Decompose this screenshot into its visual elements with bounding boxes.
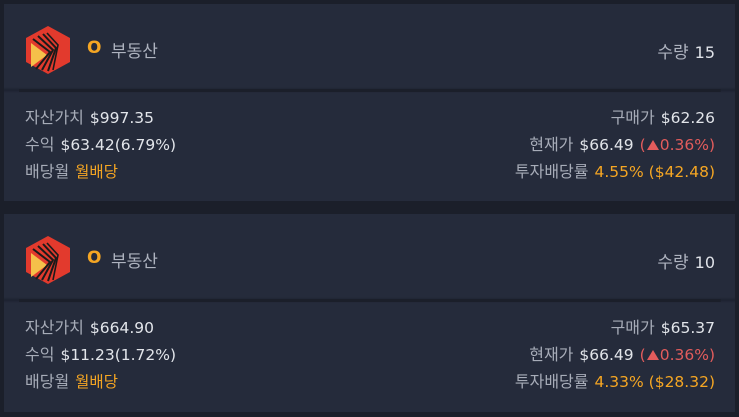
up-triangle-icon (646, 350, 659, 360)
buy-price-label: 구매가 (610, 318, 655, 337)
profit-value: $11.23(1.72%) (60, 346, 177, 364)
buy-price: $62.26 (660, 109, 715, 127)
detail-row: 수익 $11.23(1.72%) 현재가 $66.49 (0.36%) (4, 341, 735, 368)
dividend-yield-label: 투자배당률 (514, 162, 589, 181)
quantity-label: 수량 (657, 253, 689, 273)
detail-row: 수익 $63.42(6.79%) 현재가 $66.49 (0.36%) (4, 131, 735, 158)
up-triangle-icon (646, 140, 659, 150)
dividend-month: 월배당 (75, 163, 118, 181)
price-change: 0.36%) (659, 136, 715, 154)
price-change-open: ( (639, 346, 646, 364)
asset-value-label: 자산가치 (25, 108, 84, 127)
asset-value: $997.35 (89, 109, 154, 127)
holdings-list: O 부동산 수량 15 자산가치 $997.35 구매가 $62.26 수익 $63.4… (0, 0, 739, 417)
asset-value-label: 자산가치 (25, 318, 84, 337)
sector-label: 부동산 (111, 252, 158, 272)
current-price: $66.49 (579, 136, 634, 154)
divider (4, 297, 735, 303)
price-change-open: ( (639, 136, 646, 154)
detail-row: 자산가치 $997.35 구매가 $62.26 (4, 104, 735, 131)
profit-label: 수익 (25, 135, 55, 154)
holding-details: 자산가치 $664.90 구매가 $65.37 수익 $11.23(1.72%) 현재… (4, 314, 735, 395)
profit-value: $63.42(6.79%) (60, 136, 177, 154)
dividend-yield: 4.55% ($42.48) (594, 163, 716, 181)
asset-value: $664.90 (89, 319, 154, 337)
dividend-yield: 4.33% ($28.32) (594, 373, 716, 391)
holding-card-header: O 부동산 수량 15 (4, 4, 735, 87)
holding-card[interactable]: O 부동산 수량 15 자산가치 $997.35 구매가 $62.26 수익 $63.4… (4, 4, 735, 201)
dividend-month-label: 배당월 (25, 162, 70, 181)
quantity-label: 수량 (657, 43, 689, 63)
dividend-month: 월배당 (75, 373, 118, 391)
quantity-value: 15 (694, 43, 715, 62)
detail-row: 배당월 월배당 투자배당률 4.55% ($42.48) (4, 158, 735, 185)
buy-price: $65.37 (660, 319, 715, 337)
detail-row: 자산가치 $664.90 구매가 $65.37 (4, 314, 735, 341)
profit-label: 수익 (25, 345, 55, 364)
ticker-symbol: O (87, 38, 102, 58)
quantity: 수량 10 (657, 248, 715, 273)
realty-income-logo-icon (26, 26, 70, 74)
quantity-value: 10 (694, 253, 715, 272)
dividend-month-label: 배당월 (25, 372, 70, 391)
holding-details: 자산가치 $997.35 구매가 $62.26 수익 $63.42(6.79%) 현재… (4, 104, 735, 185)
holding-card-header: O 부동산 수량 10 (4, 214, 735, 297)
holding-card[interactable]: O 부동산 수량 10 자산가치 $664.90 구매가 $65.37 수익 $11.2… (4, 214, 735, 412)
dividend-yield-label: 투자배당률 (514, 372, 589, 391)
detail-row: 배당월 월배당 투자배당률 4.33% ($28.32) (4, 368, 735, 395)
current-price-label: 현재가 (529, 135, 574, 154)
quantity: 수량 15 (657, 38, 715, 63)
buy-price-label: 구매가 (610, 108, 655, 127)
current-price: $66.49 (579, 346, 634, 364)
ticker-symbol: O (87, 248, 102, 268)
current-price-label: 현재가 (529, 345, 574, 364)
sector-label: 부동산 (111, 42, 158, 62)
realty-income-logo-icon (26, 236, 70, 284)
price-change: 0.36%) (659, 346, 715, 364)
divider (4, 87, 735, 93)
